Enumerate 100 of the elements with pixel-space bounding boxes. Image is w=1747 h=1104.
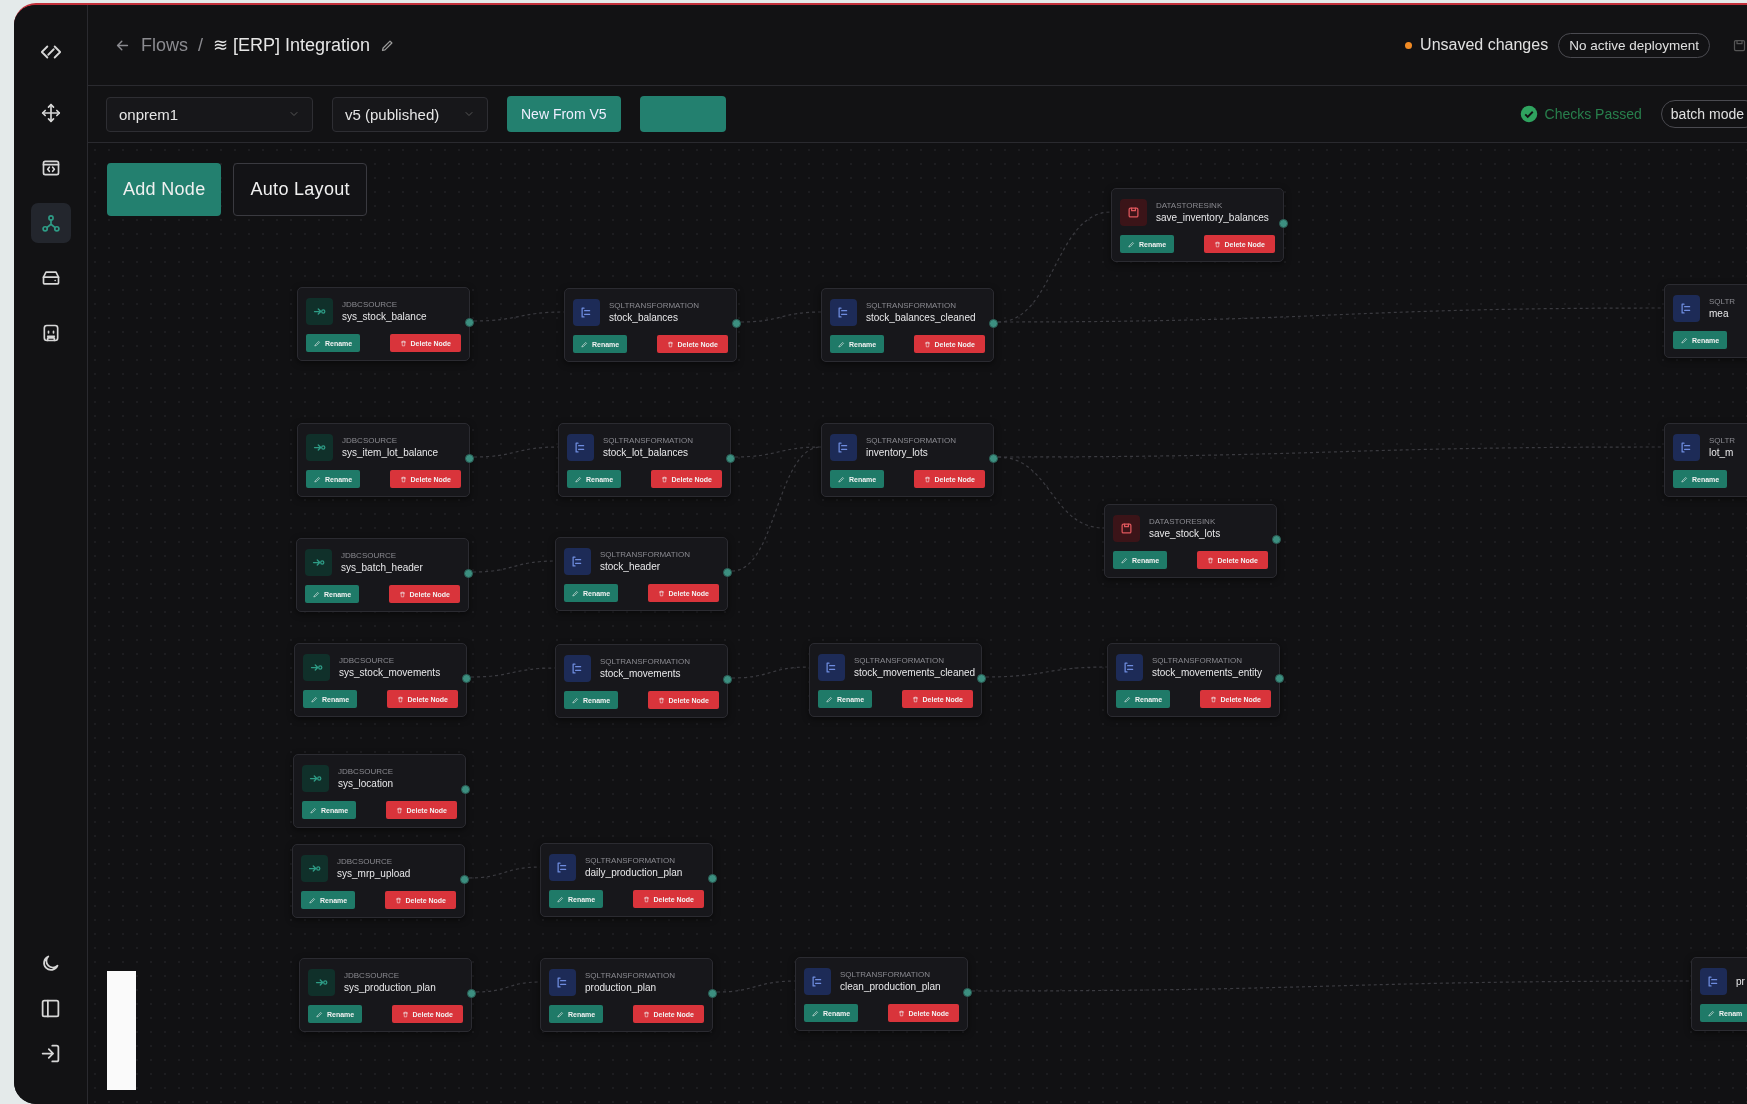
node-title: stock_movements_cleaned [854,667,976,678]
unsaved-label: Unsaved changes [1420,36,1549,54]
pencil-icon [1124,695,1131,703]
pencil-icon [310,806,317,814]
save-icon [1126,204,1141,220]
output-port-handle[interactable] [465,318,474,327]
network-icon [40,213,61,233]
sidebar-panel-icon[interactable] [40,998,61,1019]
new-version-button[interactable]: New From V5 [507,96,621,132]
output-port-handle[interactable] [732,319,741,328]
node-title: mea [1709,308,1730,319]
node-title: sys_stock_balance [342,311,427,322]
output-port-handle[interactable] [464,569,473,578]
pencil-icon [1681,475,1688,483]
node-title: save_inventory_balances [1156,212,1269,223]
trash-icon [897,1009,905,1017]
environment-select[interactable]: onprem1 [106,96,313,132]
pencil-icon [557,895,564,903]
node-title: stock_header [600,561,662,572]
pencil-icon [826,695,833,703]
node-title: clean_production_plan [840,981,941,992]
node-title: inventory_lots [866,447,929,458]
output-port-handle[interactable] [708,989,717,998]
output-port-handle[interactable] [461,785,470,794]
checks-status: Checks Passed [1544,106,1642,122]
output-port-handle[interactable] [963,988,972,997]
node-type-label: SQLTRANSFORMATION [585,971,675,980]
drive-icon [40,268,61,288]
node-type-label: JDBCSOURCE [338,767,394,776]
pencil-icon [314,339,321,347]
pencil-icon [309,896,316,904]
node-type-label: JDBCSOURCE [342,300,399,309]
node-type-label: JDBCSOURCE [344,971,401,980]
trash-icon [396,695,404,703]
output-port-handle[interactable] [1275,674,1284,683]
output-port-handle[interactable] [465,454,474,463]
save-icon [1119,520,1134,536]
output-port-handle[interactable] [726,454,735,463]
output-port-handle[interactable] [1272,535,1281,544]
pencil-icon [313,590,320,598]
pencil-icon [1128,240,1135,248]
trash-icon [642,895,650,903]
output-port-handle[interactable] [462,674,471,683]
output-port-handle[interactable] [1279,219,1288,228]
move-arrows-icon [40,103,61,123]
version-select[interactable]: v5 (published) [332,96,488,132]
output-port-handle[interactable] [708,874,717,883]
auto-layout-button[interactable]: Auto Layout [233,163,367,216]
node-type-label: SQLTR [1709,436,1736,445]
node-type-label: SQLTRANSFORMATION [600,657,690,666]
add-node-button[interactable]: Add Node [107,163,222,216]
pencil-icon [572,589,579,597]
node-title: pr [1736,975,1745,987]
node-title: sys_batch_header [341,562,423,573]
node-title: daily_production_plan [585,867,683,878]
trash-icon [1209,695,1217,703]
node-type-label: SQLTRANSFORMATION [603,436,693,445]
output-port-handle[interactable] [989,454,998,463]
pencil-icon [812,1009,819,1017]
node-title: sys_location [338,778,394,789]
node-type-label: SQLTRANSFORMATION [866,436,956,445]
moon-icon[interactable] [40,953,61,974]
pencil-icon [838,475,845,483]
node-type-label: SQLTRANSFORMATION [585,856,676,865]
pencil-icon [311,695,318,703]
output-port-handle[interactable] [723,568,732,577]
trash-icon [401,1010,409,1018]
node-type-label: DATASTORESINK [1156,201,1224,210]
pencil-icon [838,340,845,348]
output-port-handle[interactable] [723,675,732,684]
output-port-handle[interactable] [977,674,986,683]
trash-icon [923,340,931,348]
trash-icon [395,806,403,814]
node-type-label: SQLTRANSFORMATION [854,656,945,665]
trash-icon [1206,556,1214,564]
node-type-label: SQLTRANSFORMATION [866,301,957,310]
node-type-label: JDBCSOURCE [337,857,394,866]
pencil-icon [314,475,321,483]
node-title: stock_lot_balances [603,447,690,458]
save-icon[interactable] [1732,37,1747,53]
node-title: stock_balances [609,312,679,323]
output-port-handle[interactable] [460,875,469,884]
logout-icon[interactable] [40,1043,61,1064]
output-port-handle[interactable] [989,319,998,328]
node-title: sys_item_lot_balance [342,447,439,458]
breadcrumb-link[interactable]: Flows [141,34,188,56]
pencil-icon [575,475,582,483]
pencil-icon [581,340,588,348]
output-port-handle[interactable] [467,989,476,998]
node-title: stock_balances_cleaned [866,312,976,323]
node-type-label: SQLTRANSFORMATION [609,301,699,310]
sidebar-item[interactable] [30,203,71,243]
node-title: stock_movements_entity [1152,667,1263,678]
code-window-icon [40,158,61,178]
node-type-label: SQLTR [1709,297,1736,306]
trash-icon [1213,240,1221,248]
node-title: save_stock_lots [1149,528,1221,539]
pencil-icon [1708,1009,1715,1017]
trash-icon [399,339,407,347]
node-type-label: JDBCSOURCE [341,551,398,560]
